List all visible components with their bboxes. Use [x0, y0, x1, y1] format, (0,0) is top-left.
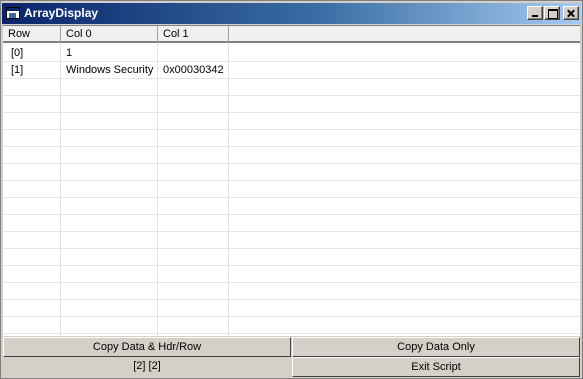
grid-divider: [3, 265, 580, 266]
exit-script-button[interactable]: Exit Script: [292, 357, 580, 377]
app-icon: [6, 7, 20, 19]
grid-divider: [3, 231, 580, 232]
row-index-cell[interactable]: [0]: [6, 45, 60, 62]
grid-divider: [3, 316, 580, 317]
footer-bar: Copy Data & Hdr/Row Copy Data Only [2] […: [3, 336, 580, 378]
row-index-cell[interactable]: [1]: [6, 62, 60, 79]
grid-divider: [157, 43, 158, 336]
data-cell[interactable]: [158, 45, 228, 62]
grid-divider: [228, 43, 229, 336]
data-cell[interactable]: 0x00030342: [158, 62, 228, 79]
grid-divider: [3, 146, 580, 147]
grid-divider: [3, 282, 580, 283]
window-title: ArrayDisplay: [24, 6, 99, 20]
grid-divider: [3, 248, 580, 249]
close-icon[interactable]: [563, 6, 579, 20]
array-display-window: ArrayDisplay Row Col 0 Col 1 [0] 1 [1] W…: [0, 0, 583, 379]
column-header-col0[interactable]: Col 0: [61, 26, 158, 43]
grid-divider: [3, 333, 580, 334]
array-grid[interactable]: Row Col 0 Col 1 [0] 1 [1] Windows Securi…: [3, 25, 580, 336]
grid-divider: [3, 112, 580, 113]
grid-divider: [3, 180, 580, 181]
copy-data-only-button[interactable]: Copy Data Only: [292, 337, 580, 357]
grid-header: Row Col 0 Col 1: [3, 26, 580, 43]
grid-divider: [3, 129, 580, 130]
grid-divider: [60, 43, 61, 336]
array-dimensions-label: [2] [2]: [133, 360, 161, 372]
column-header-col1[interactable]: Col 1: [158, 26, 229, 43]
data-cell[interactable]: 1: [61, 45, 157, 62]
grid-divider: [3, 95, 580, 96]
column-header-row[interactable]: Row: [3, 26, 61, 43]
maximize-icon[interactable]: [544, 6, 560, 20]
grid-divider: [3, 299, 580, 300]
grid-divider: [3, 214, 580, 215]
minimize-icon[interactable]: [527, 6, 543, 20]
copy-data-hdr-button[interactable]: Copy Data & Hdr/Row: [3, 337, 291, 357]
title-bar[interactable]: ArrayDisplay: [2, 3, 581, 24]
grid-divider: [3, 163, 580, 164]
data-cell[interactable]: Windows Security: [61, 62, 157, 79]
grid-divider: [3, 197, 580, 198]
